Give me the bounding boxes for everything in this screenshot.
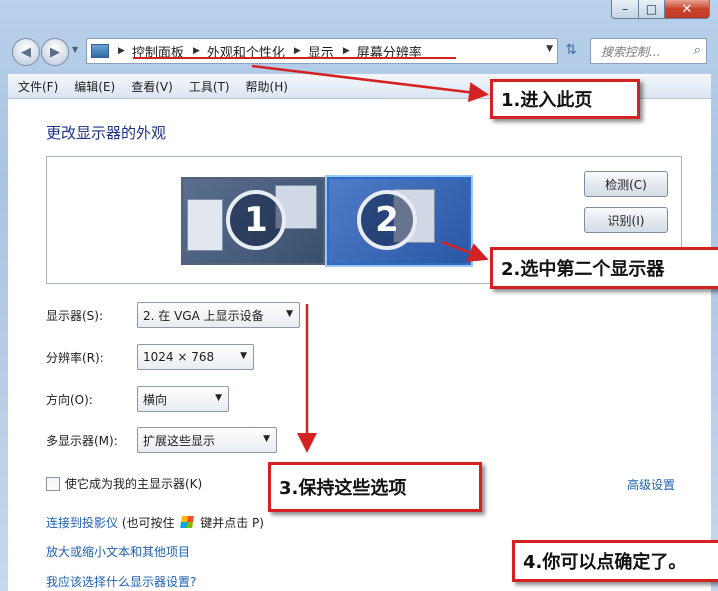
monitor-2-tile[interactable]: 2	[327, 177, 471, 265]
display-select-value: 2. 在 VGA 上显示设备	[143, 308, 264, 323]
primary-display-label: 使它成为我的主显示器(K)	[65, 477, 203, 491]
resolution-select[interactable]: 1024 × 768 ▼	[137, 344, 254, 370]
projector-row: 连接到投影仪 (也可按住 键并点击 P)	[46, 514, 264, 531]
primary-display-checkbox[interactable]	[46, 476, 60, 491]
maximize-icon: □	[645, 2, 658, 16]
chevron-right-icon[interactable]: ▶	[118, 46, 125, 56]
resolution-select-value: 1024 × 768	[143, 350, 215, 364]
primary-display-option[interactable]: 使它成为我的主显示器(K)	[46, 475, 202, 492]
search-icon[interactable]: ⌕	[694, 43, 701, 58]
display-select[interactable]: 2. 在 VGA 上显示设备 ▼	[137, 302, 300, 328]
back-button[interactable]: ◀	[12, 38, 40, 66]
multi-display-label: 多显示器(M):	[46, 434, 118, 448]
resolution-label: 分辨率(R):	[46, 351, 104, 365]
menu-edit[interactable]: 编辑(E)	[68, 78, 121, 95]
orientation-select-value: 横向	[143, 392, 168, 407]
chevron-down-icon: ▼	[240, 351, 247, 361]
address-bar[interactable]: ▶ 控制面板 ▶ 外观和个性化 ▶ 显示 ▶ 屏幕分辨率 ▼	[86, 38, 558, 64]
chevron-down-icon: ▼	[286, 309, 293, 319]
display-label: 显示器(S):	[46, 309, 104, 323]
back-arrow-icon: ◀	[21, 44, 31, 60]
multi-display-select-value: 扩展这些显示	[143, 433, 216, 448]
menu-view[interactable]: 查看(V)	[125, 78, 179, 95]
orientation-select[interactable]: 横向 ▼	[137, 386, 229, 412]
breadcrumb-display[interactable]: 显示	[308, 42, 334, 61]
menu-help[interactable]: 帮助(H)	[240, 78, 294, 95]
close-icon: ✕	[681, 1, 693, 17]
monitor-1-tile[interactable]: 1	[181, 177, 325, 265]
annotation-step-4: 4.你可以点确定了。	[512, 540, 718, 582]
projector-hint-start: (也可按住	[121, 516, 175, 530]
advanced-settings-link[interactable]: 高级设置	[627, 476, 675, 493]
address-dropdown-icon[interactable]: ▼	[546, 44, 553, 54]
monitor-2-number: 2	[357, 190, 417, 250]
menu-file[interactable]: 文件(F)	[12, 78, 64, 95]
chevron-down-icon: ▼	[215, 393, 222, 403]
breadcrumb-appearance[interactable]: 外观和个性化	[207, 42, 285, 61]
forward-arrow-icon: ▶	[50, 44, 60, 60]
menu-tools[interactable]: 工具(T)	[183, 78, 236, 95]
search-box[interactable]: 搜索控制... ⌕	[590, 38, 707, 64]
projector-hint-end: 键并点击 P)	[200, 516, 264, 530]
annotation-step-1: 1.进入此页	[490, 79, 640, 119]
maximize-button[interactable]: □	[639, 0, 665, 19]
forward-button[interactable]: ▶	[41, 38, 69, 66]
window-frame: – □ ✕ ◀ ▶ ▼ ▶ 控制面板 ▶ 外观和个性化 ▶ 显示 ▶ 屏幕分辨率…	[0, 0, 718, 591]
breadcrumb-control-panel[interactable]: 控制面板	[132, 42, 184, 61]
chevron-right-icon[interactable]: ▶	[343, 46, 350, 56]
multi-display-select[interactable]: 扩展这些显示 ▼	[137, 427, 277, 453]
chevron-down-icon: ▼	[263, 434, 270, 444]
navigation-bar: ◀ ▶ ▼ ▶ 控制面板 ▶ 外观和个性化 ▶ 显示 ▶ 屏幕分辨率 ▼ ⇅ 搜…	[0, 28, 718, 72]
caption-buttons: – □ ✕	[611, 0, 710, 20]
minimize-button[interactable]: –	[611, 0, 639, 19]
search-input[interactable]: 搜索控制...	[601, 43, 660, 60]
text-size-link[interactable]: 放大或缩小文本和其他项目	[46, 543, 190, 560]
close-button[interactable]: ✕	[665, 0, 710, 19]
chevron-right-icon[interactable]: ▶	[294, 46, 301, 56]
annotation-step-2: 2.选中第二个显示器	[490, 247, 718, 289]
minimize-icon: –	[622, 2, 628, 16]
breadcrumb-screen-resolution[interactable]: 屏幕分辨率	[357, 42, 422, 61]
detect-button[interactable]: 检测(C)	[584, 171, 668, 197]
refresh-button[interactable]: ⇅	[558, 38, 584, 62]
chevron-right-icon[interactable]: ▶	[193, 46, 200, 56]
monitor-1-number: 1	[226, 190, 286, 250]
blurred-title-text	[60, 2, 180, 12]
content-pane: 更改显示器的外观 1 2 检测(C) 识别(I) 显示器(S): 2. 在 VG…	[8, 99, 711, 591]
monitor-window-thumbnail	[187, 199, 223, 251]
windows-key-icon	[180, 516, 195, 528]
refresh-icon: ⇅	[565, 42, 577, 58]
orientation-label: 方向(O):	[46, 393, 93, 407]
history-dropdown-icon[interactable]: ▼	[72, 45, 78, 54]
annotation-step-3: 3.保持这些选项	[268, 462, 482, 512]
page-title: 更改显示器的外观	[46, 124, 167, 142]
projector-link[interactable]: 连接到投影仪	[46, 516, 118, 530]
identify-button[interactable]: 识别(I)	[584, 207, 668, 233]
control-panel-icon	[91, 44, 109, 58]
display-settings-help-link[interactable]: 我应该选择什么显示器设置?	[46, 573, 196, 590]
